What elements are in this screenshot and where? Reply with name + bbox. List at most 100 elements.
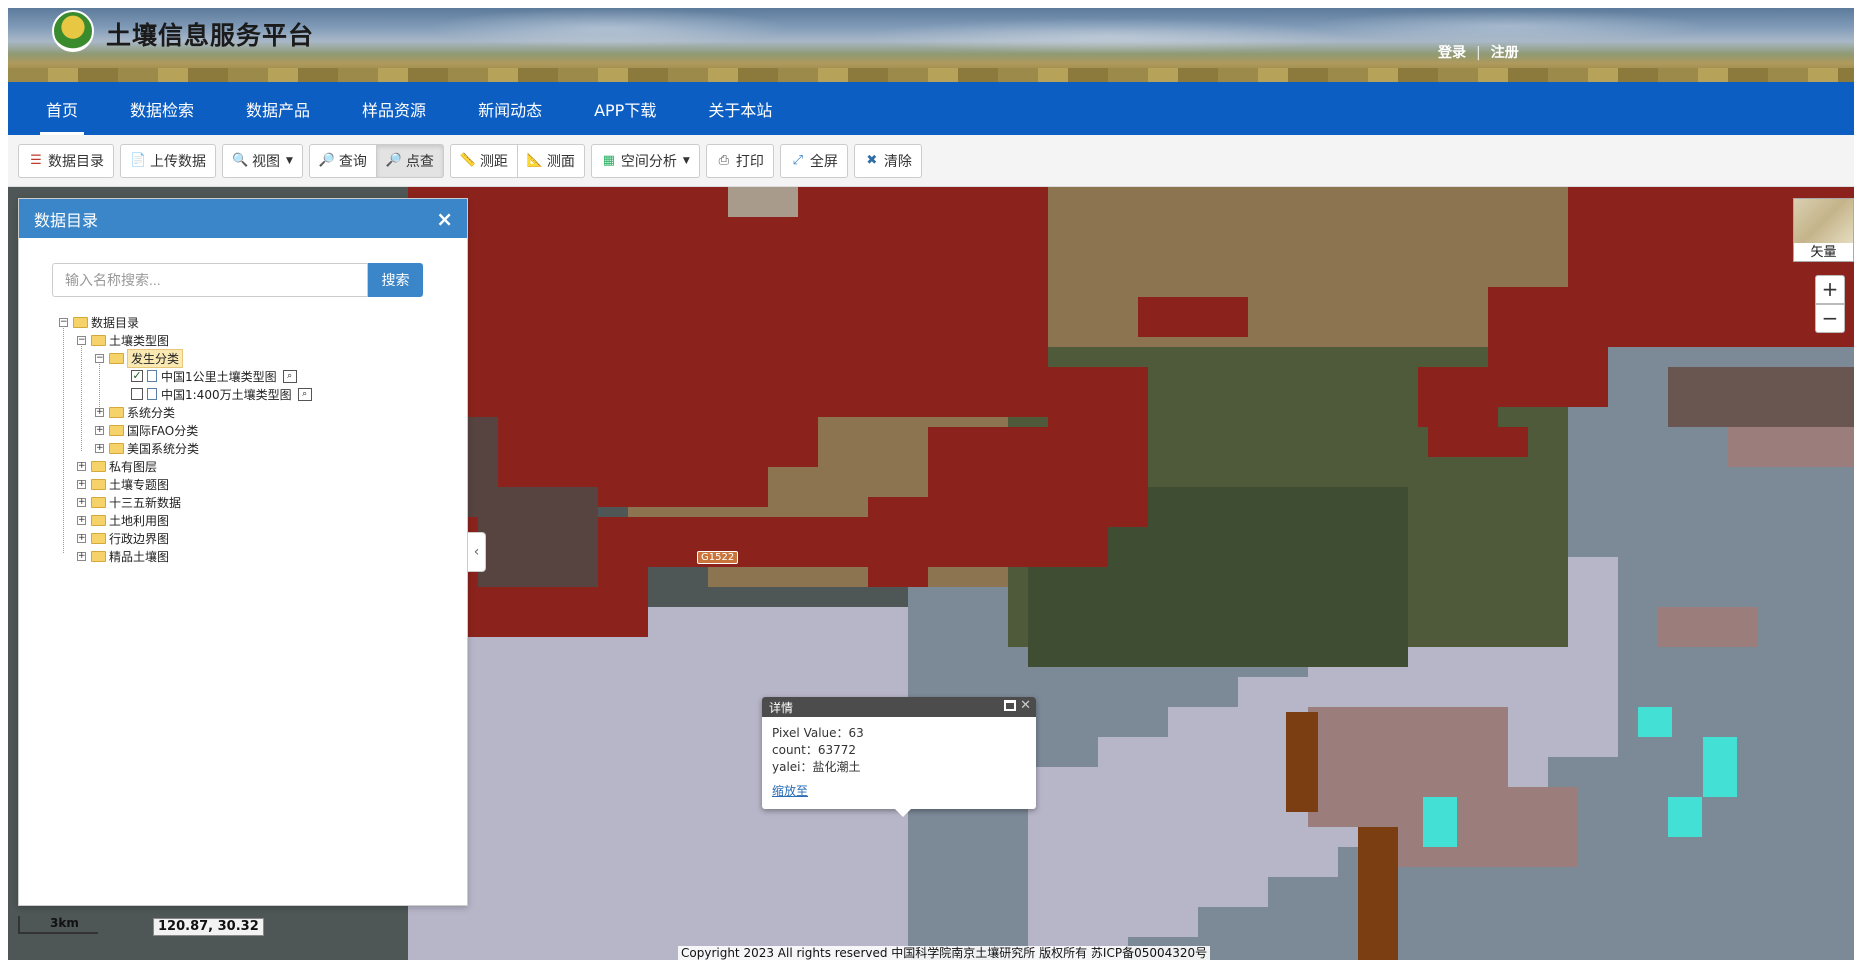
- point-query-button[interactable]: 🔎 点查: [376, 143, 444, 178]
- nav-sample-resources[interactable]: 样品资源: [336, 82, 452, 135]
- nav-data-search[interactable]: 数据检索: [104, 82, 220, 135]
- raster-brown: [1358, 827, 1398, 960]
- catalog-button-label: 数据目录: [48, 153, 104, 170]
- register-link[interactable]: 注册: [1491, 45, 1519, 61]
- expand-icon[interactable]: +: [77, 551, 86, 561]
- tree-node-private-layers[interactable]: + 私有图层: [59, 457, 312, 475]
- site-title[interactable]: 土壤信息服务平台: [106, 16, 314, 52]
- view-dropdown[interactable]: 🔍 视图 ▼: [222, 143, 303, 178]
- layer-checkbox-checked[interactable]: ✓: [131, 370, 143, 382]
- area-icon: 📐: [526, 152, 544, 168]
- mouse-coordinates: 120.87, 30.32: [153, 918, 264, 936]
- measure-area-label: 测面: [546, 153, 575, 170]
- tree-node-us-classification[interactable]: + 美国系统分类: [59, 439, 312, 457]
- yalei-label: yalei：: [772, 760, 813, 774]
- close-icon[interactable]: ×: [436, 207, 453, 231]
- catalog-search: 搜索: [52, 263, 423, 297]
- pixel-value-label: Pixel Value：: [772, 726, 849, 740]
- upload-button[interactable]: 📄 上传数据: [120, 143, 216, 178]
- tree-node-five-year-data[interactable]: + 十三五新数据: [59, 493, 312, 511]
- folder-icon: [91, 334, 106, 346]
- feature-info-popup: 详情 ✕ Pixel Value：63 count：63772 yalei：盐化…: [762, 697, 1036, 817]
- yalei-row: yalei：盐化潮土: [772, 759, 1026, 776]
- popup-title: 详情: [769, 700, 794, 715]
- maximize-icon[interactable]: [1004, 700, 1016, 711]
- expand-icon[interactable]: +: [77, 461, 86, 471]
- catalog-tree: − 数据目录 − 土壤类型图 − 发生分类 ✓ 中国1公里土壤类型图 ⌕ 中国1…: [59, 313, 312, 565]
- measure-group: 📏 测距 📐 测面: [449, 143, 585, 178]
- scale-bar: 3km: [18, 916, 98, 934]
- tree-node-label: 土壤专题图: [109, 477, 170, 492]
- locate-layer-icon[interactable]: ⌕: [297, 387, 312, 401]
- fullscreen-button[interactable]: ⤢ 全屏: [779, 143, 848, 178]
- tree-node-land-use[interactable]: + 土地利用图: [59, 511, 312, 529]
- point-query-button-label: 点查: [405, 153, 434, 170]
- tree-node-thematic-maps[interactable]: + 土壤专题图: [59, 475, 312, 493]
- locate-layer-icon[interactable]: ⌕: [282, 369, 297, 383]
- measure-distance-button[interactable]: 📏 测距: [449, 143, 518, 178]
- expand-icon[interactable]: +: [95, 425, 104, 435]
- raster-cyan: [1668, 797, 1702, 837]
- tree-node-label: 国际FAO分类: [127, 423, 199, 438]
- tree-node-system-classification[interactable]: + 系统分类: [59, 403, 312, 421]
- expand-icon[interactable]: +: [77, 533, 86, 543]
- pixel-value-row: Pixel Value：63: [772, 725, 1026, 742]
- catalog-search-button[interactable]: 搜索: [368, 263, 423, 297]
- panel-collapse-toggle[interactable]: ‹: [468, 532, 486, 572]
- nav-news[interactable]: 新闻动态: [452, 82, 568, 135]
- folder-icon: [91, 478, 106, 490]
- tree-node-genetic-classification[interactable]: − 发生分类: [59, 348, 312, 368]
- tree-node-premium-soil[interactable]: + 精品土壤图: [59, 547, 312, 565]
- collapse-icon[interactable]: −: [95, 353, 104, 363]
- ruler-icon: 📏: [459, 152, 477, 168]
- tree-node-root[interactable]: − 数据目录: [59, 313, 312, 331]
- measure-area-button[interactable]: 📐 测面: [517, 143, 585, 178]
- tree-node-soil-type-map[interactable]: − 土壤类型图: [59, 331, 312, 349]
- tree-node-layer-1km[interactable]: ✓ 中国1公里土壤类型图 ⌕: [59, 367, 312, 385]
- tree-node-label: 十三五新数据: [109, 495, 182, 510]
- expand-icon[interactable]: +: [95, 407, 104, 417]
- raster-saline: [1048, 367, 1148, 527]
- layer-checkbox[interactable]: [131, 388, 143, 400]
- map-toolbar: ☰ 数据目录 📄 上传数据 🔍 视图 ▼ 🔎 查询 🔎 点查 📏 测距 📐 测面…: [8, 135, 1854, 187]
- query-button-label: 查询: [338, 153, 367, 170]
- nav-home[interactable]: 首页: [20, 82, 104, 135]
- close-icon[interactable]: ✕: [1020, 698, 1031, 713]
- raster-cyan: [1703, 737, 1737, 797]
- nav-about[interactable]: 关于本站: [682, 82, 798, 135]
- expand-icon[interactable]: +: [77, 497, 86, 507]
- nav-data-products[interactable]: 数据产品: [220, 82, 336, 135]
- print-button[interactable]: ⎙ 打印: [705, 143, 774, 178]
- collapse-icon[interactable]: −: [59, 317, 68, 327]
- expand-icon[interactable]: +: [77, 515, 86, 525]
- count-row: count：63772: [772, 742, 1026, 759]
- login-link[interactable]: 登录: [1438, 45, 1466, 61]
- zoom-out-button[interactable]: −: [1815, 304, 1845, 333]
- raster-brown: [1286, 712, 1318, 812]
- fullscreen-icon: ⤢: [792, 152, 804, 168]
- zoom-in-button[interactable]: +: [1815, 275, 1845, 304]
- nav-app-download[interactable]: APP下载: [568, 82, 682, 135]
- banner-field: [8, 68, 1854, 82]
- chevron-down-icon: ▼: [286, 155, 293, 166]
- header-banner: 土壤信息服务平台 登录 | 注册: [8, 8, 1854, 82]
- raster-saline: [1138, 297, 1248, 337]
- clear-button[interactable]: ✖ 清除: [853, 143, 922, 178]
- chevron-left-icon: ‹: [473, 544, 480, 560]
- query-button[interactable]: 🔎 查询: [308, 143, 377, 178]
- catalog-button[interactable]: ☰ 数据目录: [18, 143, 114, 178]
- tree-node-layer-4m[interactable]: 中国1:400万土壤类型图 ⌕: [59, 385, 312, 403]
- tree-node-label: 精品土壤图: [109, 549, 170, 564]
- tree-node-label: 美国系统分类: [127, 441, 200, 456]
- zoom-to-link[interactable]: 缩放至: [772, 783, 808, 800]
- site-logo[interactable]: [52, 10, 94, 52]
- spatial-analysis-dropdown[interactable]: ▦ 空间分析 ▼: [590, 143, 700, 178]
- basemap-switcher[interactable]: 矢量: [1793, 198, 1854, 262]
- raster-saline: [868, 497, 928, 587]
- expand-icon[interactable]: +: [77, 479, 86, 489]
- tree-node-fao-classification[interactable]: + 国际FAO分类: [59, 421, 312, 439]
- catalog-search-input[interactable]: [52, 263, 368, 297]
- collapse-icon[interactable]: −: [77, 335, 86, 345]
- expand-icon[interactable]: +: [95, 443, 104, 453]
- tree-node-admin-boundary[interactable]: + 行政边界图: [59, 529, 312, 547]
